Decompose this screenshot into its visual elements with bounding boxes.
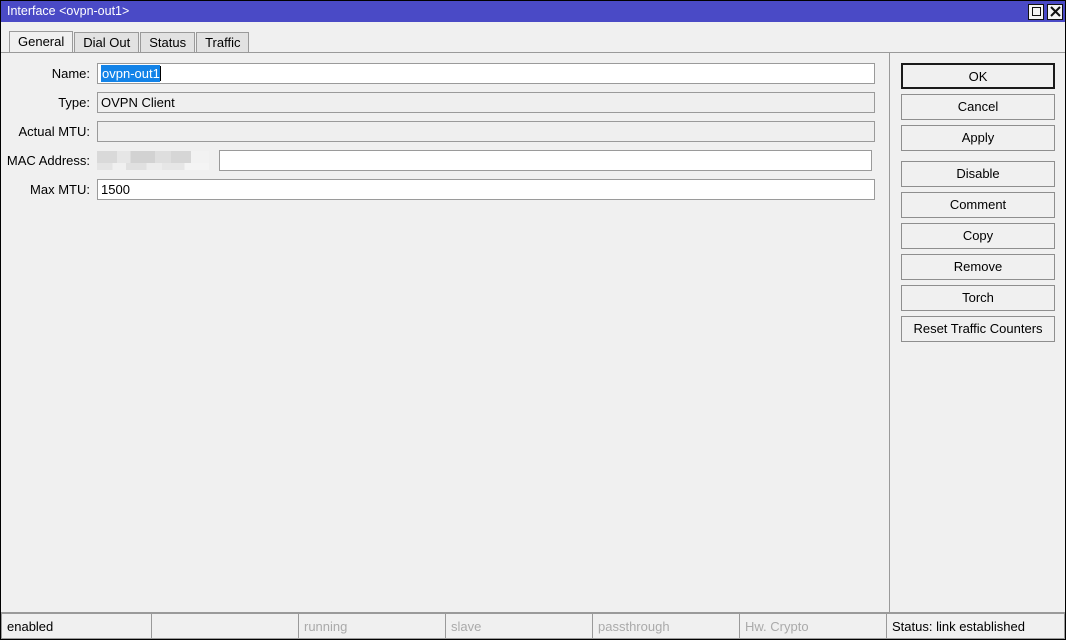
ok-button[interactable]: OK <box>901 63 1055 89</box>
close-icon <box>1049 6 1061 17</box>
tab-traffic-label: Traffic <box>205 35 241 50</box>
window-title: Interface <ovpn-out1> <box>7 4 130 18</box>
field-row-actual-mtu: Actual MTU: <box>1 120 889 142</box>
cancel-button[interactable]: Cancel <box>901 94 1055 120</box>
type-label: Type: <box>58 94 90 110</box>
type-input-value: OVPN Client <box>101 94 175 110</box>
dialog-body: Name: ovpn-out1 Type: OVPN Client Actual… <box>1 52 1065 612</box>
actual-mtu-input[interactable] <box>97 120 875 142</box>
title-bar[interactable]: Interface <ovpn-out1> <box>1 1 1065 22</box>
name-input-value: ovpn-out1 <box>101 64 160 82</box>
max-mtu-input[interactable]: 1500 <box>97 178 875 200</box>
status-cell-passthrough: passthrough <box>592 613 739 639</box>
copy-button[interactable]: Copy <box>901 223 1055 249</box>
status-cell-enabled: enabled <box>1 613 151 639</box>
reset-traffic-counters-button[interactable]: Reset Traffic Counters <box>901 316 1055 342</box>
maximize-button[interactable] <box>1028 3 1044 20</box>
tab-general[interactable]: General <box>9 31 74 52</box>
actual-mtu-label: Actual MTU: <box>18 123 90 139</box>
max-mtu-label: Max MTU: <box>30 181 90 197</box>
comment-button[interactable]: Comment <box>901 192 1055 218</box>
tab-dial-out-label: Dial Out <box>83 35 131 50</box>
status-cell-slave: slave <box>445 613 592 639</box>
status-cell-blank <box>151 613 298 639</box>
dialog-button-column: OK Cancel Apply Disable Comment Copy Rem… <box>890 52 1065 612</box>
tab-traffic[interactable]: Traffic <box>196 32 250 52</box>
name-label: Name: <box>51 65 90 81</box>
max-mtu-input-value: 1500 <box>101 181 130 197</box>
tab-status[interactable]: Status <box>140 32 196 52</box>
interface-dialog-window: Interface <ovpn-out1> General Dial Out S… <box>0 0 1066 640</box>
mac-address-redacted-block <box>97 150 209 170</box>
status-cell-hw-crypto: Hw. Crypto <box>739 613 886 639</box>
tab-dial-out[interactable]: Dial Out <box>74 32 140 52</box>
field-row-type: Type: OVPN Client <box>1 91 889 113</box>
status-cell-link-status: Status: link established <box>886 613 1065 639</box>
tab-general-label: General <box>18 34 65 49</box>
remove-button[interactable]: Remove <box>901 254 1055 280</box>
torch-button[interactable]: Torch <box>901 285 1055 311</box>
name-input[interactable]: ovpn-out1 <box>97 62 875 84</box>
window-controls <box>1028 3 1063 20</box>
mac-address-label: MAC Address: <box>6 152 90 168</box>
disable-button[interactable]: Disable <box>901 161 1055 187</box>
general-form-panel: Name: ovpn-out1 Type: OVPN Client Actual… <box>1 52 890 612</box>
field-row-mac-address: MAC Address: <box>1 149 889 171</box>
tab-status-label: Status <box>149 35 187 50</box>
field-row-name: Name: ovpn-out1 <box>1 62 889 84</box>
apply-button[interactable]: Apply <box>901 125 1055 151</box>
text-caret <box>159 65 161 81</box>
status-bar: enabled running slave passthrough Hw. Cr… <box>1 612 1065 639</box>
tab-strip: General Dial Out Status Traffic <box>1 31 1065 52</box>
mac-address-input[interactable] <box>219 149 872 171</box>
close-button[interactable] <box>1047 3 1063 20</box>
status-cell-running: running <box>298 613 445 639</box>
field-row-max-mtu: Max MTU: 1500 <box>1 178 889 200</box>
square-icon <box>1031 7 1041 16</box>
type-input[interactable]: OVPN Client <box>97 91 875 113</box>
